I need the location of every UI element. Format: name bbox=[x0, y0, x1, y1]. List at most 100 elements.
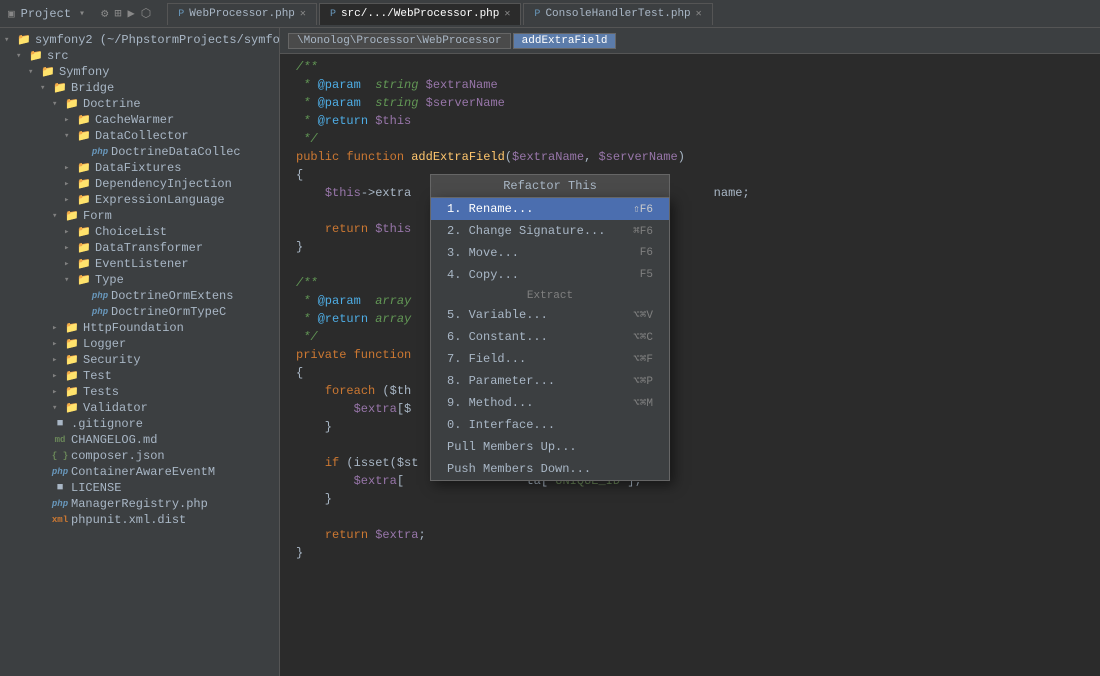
sidebar-item-doctrineormextens[interactable]: php DoctrineOrmExtens bbox=[0, 288, 279, 304]
menu-label-interface: 0. Interface... bbox=[447, 418, 555, 432]
gutter bbox=[280, 58, 292, 76]
sidebar-item-type[interactable]: ▾ 📁 Type bbox=[0, 272, 279, 288]
breadcrumb-method[interactable]: addExtraField bbox=[513, 33, 617, 49]
menu-item-parameter[interactable]: 8. Parameter... ⌥⌘P bbox=[431, 370, 669, 392]
menu-section-extract: Extract bbox=[431, 286, 669, 304]
sidebar-item-eventlistener[interactable]: ▸ 📁 EventListener bbox=[0, 256, 279, 272]
tab-close-2[interactable]: ✕ bbox=[504, 8, 510, 20]
sidebar-item-gitignore[interactable]: ■ .gitignore bbox=[0, 416, 279, 432]
sidebar-item-doctrineormtypec[interactable]: php DoctrineOrmTypeC bbox=[0, 304, 279, 320]
gutter bbox=[280, 166, 292, 184]
php-file-icon-containerawareevent: php bbox=[52, 465, 68, 479]
menu-item-move[interactable]: 3. Move... F6 bbox=[431, 242, 669, 264]
menu-shortcut-rename: ⇧F6 bbox=[633, 202, 653, 216]
line-content: /** bbox=[292, 58, 1100, 76]
sidebar-item-security[interactable]: ▸ 📁 Security bbox=[0, 352, 279, 368]
sidebar-item-dependencyinjection[interactable]: ▸ 📁 DependencyInjection bbox=[0, 176, 279, 192]
sidebar-label-validator: Validator bbox=[83, 401, 148, 415]
gutter bbox=[280, 490, 292, 508]
sidebar-label-expressionlanguage: ExpressionLanguage bbox=[95, 193, 225, 207]
sidebar-item-httpfoundation[interactable]: ▸ 📁 HttpFoundation bbox=[0, 320, 279, 336]
code-line: /** bbox=[280, 58, 1100, 76]
code-line: $extra[$ => $serverName) { bbox=[280, 400, 1100, 418]
sidebar-item-datacollector[interactable]: ▾ 📁 DataCollector bbox=[0, 128, 279, 144]
sidebar-item-datatransformer[interactable]: ▸ 📁 DataTransformer bbox=[0, 240, 279, 256]
sidebar-item-datafixtures[interactable]: ▸ 📁 DataFixtures bbox=[0, 160, 279, 176]
code-line bbox=[280, 202, 1100, 220]
tab-consolehandlertest[interactable]: P ConsoleHandlerTest.php ✕ bbox=[523, 3, 712, 25]
project-dropdown-icon[interactable]: ▾ bbox=[79, 8, 85, 20]
menu-item-rename[interactable]: 1. Rename... ⇧F6 bbox=[431, 198, 669, 220]
sidebar-item-composer[interactable]: { } composer.json bbox=[0, 448, 279, 464]
breadcrumb-namespace[interactable]: \Monolog\Processor\WebProcessor bbox=[288, 33, 511, 49]
menu-shortcut-parameter: ⌥⌘P bbox=[633, 374, 653, 388]
sidebar-item-symfony[interactable]: ▾ 📁 Symfony bbox=[0, 64, 279, 80]
sidebar-item-containerawareevent[interactable]: php ContainerAwareEventM bbox=[0, 464, 279, 480]
line-content: */ bbox=[292, 328, 1100, 346]
sidebar-item-doctrinedatacollec[interactable]: php DoctrineDataCollec bbox=[0, 144, 279, 160]
menu-item-field[interactable]: 7. Field... ⌥⌘F bbox=[431, 348, 669, 370]
code-line: * @return $this bbox=[280, 112, 1100, 130]
run-icon[interactable]: ▶ bbox=[128, 6, 135, 21]
menu-item-variable[interactable]: 5. Variable... ⌥⌘V bbox=[431, 304, 669, 326]
sidebar-item-tests[interactable]: ▸ 📁 Tests bbox=[0, 384, 279, 400]
code-line: /** bbox=[280, 274, 1100, 292]
sidebar-item-logger[interactable]: ▸ 📁 Logger bbox=[0, 336, 279, 352]
menu-label-rename: 1. Rename... bbox=[447, 202, 533, 216]
gutter bbox=[280, 184, 292, 202]
gutter bbox=[280, 148, 292, 166]
code-line: foreach ($th ra) bbox=[280, 382, 1100, 400]
php-icon-3: P bbox=[534, 9, 540, 20]
build-icon[interactable]: ⊞ bbox=[114, 6, 121, 21]
menu-item-change-sig[interactable]: 2. Change Signature... ⌘F6 bbox=[431, 220, 669, 242]
menu-shortcut-copy: F5 bbox=[640, 269, 653, 281]
sidebar-item-validator[interactable]: ▾ 📁 Validator bbox=[0, 400, 279, 416]
tab-label-3: ConsoleHandlerTest.php bbox=[545, 8, 690, 20]
menu-item-copy[interactable]: 4. Copy... F5 bbox=[431, 264, 669, 286]
gutter bbox=[280, 418, 292, 436]
menu-item-constant[interactable]: 6. Constant... ⌥⌘C bbox=[431, 326, 669, 348]
menu-shortcut-method: ⌥⌘M bbox=[633, 396, 653, 410]
menu-item-interface[interactable]: 0. Interface... bbox=[431, 414, 669, 436]
sidebar-item-license[interactable]: ■ LICENSE bbox=[0, 480, 279, 496]
line-content: public function addExtraField($extraName… bbox=[292, 148, 1100, 166]
gutter bbox=[280, 256, 292, 274]
sidebar-label-cachewarmer: CacheWarmer bbox=[95, 113, 174, 127]
arrow-src: ▾ bbox=[16, 51, 28, 61]
sidebar-item-phpunit[interactable]: xml phpunit.xml.dist bbox=[0, 512, 279, 528]
tab-webprocessor2[interactable]: P src/.../WebProcessor.php ✕ bbox=[319, 3, 521, 25]
menu-label-push-members: Push Members Down... bbox=[447, 462, 591, 476]
sidebar-item-choicelist[interactable]: ▸ 📁 ChoiceList bbox=[0, 224, 279, 240]
menu-label-field: 7. Field... bbox=[447, 352, 526, 366]
debug-icon[interactable]: ⬡ bbox=[141, 6, 151, 21]
arrow-type: ▾ bbox=[64, 275, 76, 285]
line-content: } bbox=[292, 418, 1100, 436]
folder-icon-bridge: 📁 bbox=[52, 81, 68, 95]
sidebar-item-symfony2[interactable]: ▾ 📁 symfony2 (~/PhpstormProjects/symfo bbox=[0, 32, 279, 48]
sidebar-label-datatransformer: DataTransformer bbox=[95, 241, 203, 255]
tab-close-1[interactable]: ✕ bbox=[300, 8, 306, 20]
tab-close-3[interactable]: ✕ bbox=[696, 8, 702, 20]
sidebar-item-form[interactable]: ▾ 📁 Form bbox=[0, 208, 279, 224]
gutter bbox=[280, 364, 292, 382]
sidebar-item-src[interactable]: ▾ 📁 src bbox=[0, 48, 279, 64]
folder-icon-expressionlanguage: 📁 bbox=[76, 193, 92, 207]
sidebar-item-doctrine[interactable]: ▾ 📁 Doctrine bbox=[0, 96, 279, 112]
menu-item-pull-members[interactable]: Pull Members Up... bbox=[431, 436, 669, 458]
sidebar-item-bridge[interactable]: ▾ 📁 Bridge bbox=[0, 80, 279, 96]
sidebar-item-expressionlanguage[interactable]: ▸ 📁 ExpressionLanguage bbox=[0, 192, 279, 208]
gutter bbox=[280, 382, 292, 400]
menu-item-method[interactable]: 9. Method... ⌥⌘M bbox=[431, 392, 669, 414]
sidebar-item-managerregistry[interactable]: php ManagerRegistry.php bbox=[0, 496, 279, 512]
tab-webprocessor1[interactable]: P WebProcessor.php ✕ bbox=[167, 3, 317, 25]
settings-icon[interactable]: ⚙ bbox=[101, 6, 108, 21]
menu-item-push-members[interactable]: Push Members Down... bbox=[431, 458, 669, 480]
line-content: $extra[$ => $serverName) { bbox=[292, 400, 1100, 418]
sidebar-item-test[interactable]: ▸ 📁 Test bbox=[0, 368, 279, 384]
line-content: if (isset($st ) { bbox=[292, 454, 1100, 472]
editor-area[interactable]: /** * @param string $extraName * @param … bbox=[280, 54, 1100, 676]
line-content: } bbox=[292, 490, 1100, 508]
code-line: } bbox=[280, 238, 1100, 256]
sidebar-item-cachewarmer[interactable]: ▸ 📁 CacheWarmer bbox=[0, 112, 279, 128]
sidebar-item-changelog[interactable]: md CHANGELOG.md bbox=[0, 432, 279, 448]
